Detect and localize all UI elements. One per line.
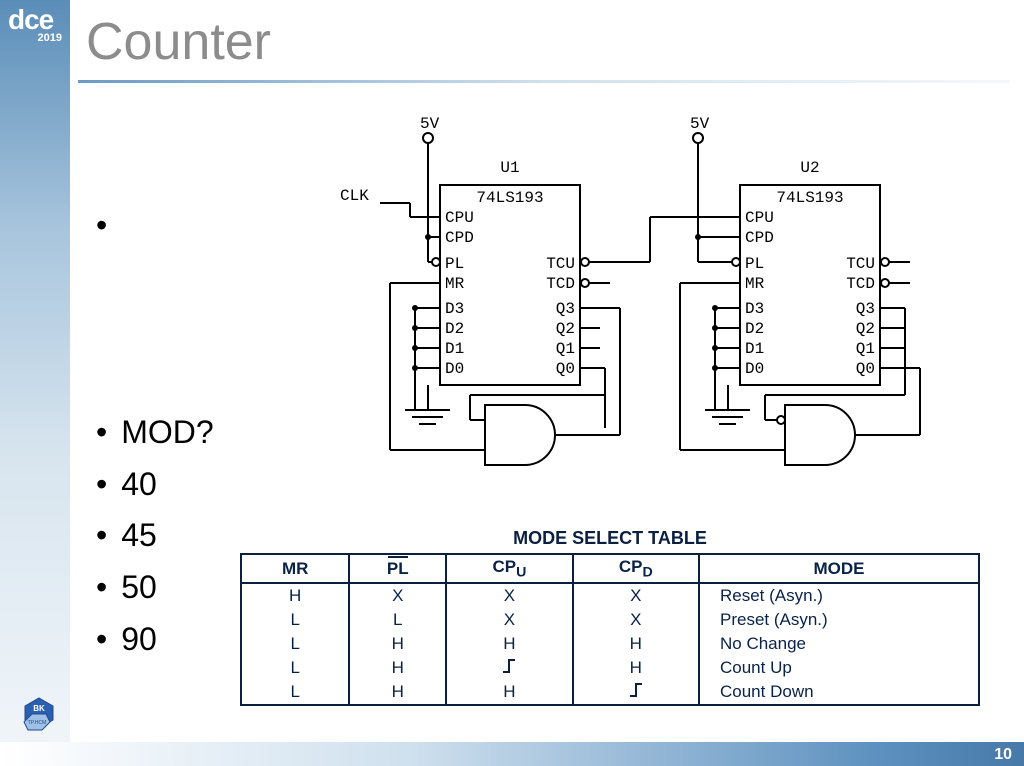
col-mode: MODE (699, 554, 979, 583)
col-cpd: CPD (573, 554, 699, 583)
svg-text:MR: MR (445, 275, 465, 293)
svg-text:Q1: Q1 (556, 340, 575, 358)
table-cell: L (241, 608, 349, 632)
svg-text:D3: D3 (445, 300, 464, 318)
table-cell: H (573, 632, 699, 656)
table-cell: H (446, 680, 572, 705)
svg-text:Q0: Q0 (556, 360, 575, 378)
table-cell: X (573, 583, 699, 608)
svg-text:D2: D2 (445, 320, 464, 338)
svg-text:CLK: CLK (340, 187, 369, 205)
col-mr: MR (241, 554, 349, 583)
col-pl: PL (349, 554, 446, 583)
mode-cell: Preset (Asyn.) (699, 608, 979, 632)
dce-logo: dce 2019 (8, 6, 62, 44)
svg-text:74LS193: 74LS193 (476, 189, 543, 207)
table-cell: H (573, 656, 699, 680)
bullet-item: MOD? (96, 407, 214, 459)
table-cell: L (241, 680, 349, 705)
svg-text:D1: D1 (745, 340, 764, 358)
table-cell: H (446, 632, 572, 656)
bullet-item (96, 200, 214, 252)
table-cell (446, 656, 572, 680)
sidebar (0, 0, 70, 766)
table-cell: H (349, 680, 446, 705)
svg-text:U2: U2 (800, 159, 819, 177)
bullet-item: 50 (96, 562, 214, 614)
svg-text:Q2: Q2 (856, 320, 875, 338)
svg-text:TCD: TCD (546, 275, 575, 293)
circuit-diagram: .w { stroke:#000; stroke-width:2; fill:n… (310, 110, 1010, 470)
svg-text:BK: BK (33, 704, 45, 713)
col-cpu: CPU (446, 554, 572, 583)
svg-text:CPD: CPD (445, 229, 474, 247)
mode-cell: No Change (699, 632, 979, 656)
svg-text:U1: U1 (500, 159, 519, 177)
svg-text:D0: D0 (445, 360, 464, 378)
table-cell: H (349, 632, 446, 656)
svg-text:PL: PL (745, 255, 764, 273)
logo-text: dce (8, 6, 62, 34)
svg-text:Q3: Q3 (556, 300, 575, 318)
svg-text:TCU: TCU (846, 255, 875, 273)
table-cell: X (446, 583, 572, 608)
table-cell: H (241, 583, 349, 608)
svg-text:TCD: TCD (846, 275, 875, 293)
bullet-item: 90 (96, 614, 214, 666)
mode-cell: Count Up (699, 656, 979, 680)
table-cell: H (349, 656, 446, 680)
svg-text:D1: D1 (445, 340, 464, 358)
svg-text:PL: PL (445, 255, 464, 273)
bullet-list: MOD? 40 45 50 90 (96, 200, 214, 666)
title-underline (78, 80, 1010, 83)
svg-text:Q1: Q1 (856, 340, 875, 358)
table-cell (573, 680, 699, 705)
svg-text:TP.HCM: TP.HCM (28, 720, 47, 726)
mode-cell: Count Down (699, 680, 979, 705)
table-cell: L (349, 608, 446, 632)
svg-text:MR: MR (745, 275, 765, 293)
svg-text:74LS193: 74LS193 (776, 189, 843, 207)
table-cell: L (241, 656, 349, 680)
mode-cell: Reset (Asyn.) (699, 583, 979, 608)
bk-logo: BK TP.HCM (18, 696, 60, 738)
svg-text:D3: D3 (745, 300, 764, 318)
svg-text:CPD: CPD (745, 229, 774, 247)
svg-text:D2: D2 (745, 320, 764, 338)
svg-text:Q0: Q0 (856, 360, 875, 378)
svg-text:5V: 5V (690, 115, 710, 133)
svg-text:Q2: Q2 (556, 320, 575, 338)
mode-select-table: MODE SELECT TABLE MR PL CPU CPD MODE HXX… (240, 528, 980, 706)
svg-text:CPU: CPU (745, 209, 774, 227)
page-number: 10 (994, 746, 1012, 764)
footer-bar (0, 742, 1024, 766)
svg-text:Q3: Q3 (856, 300, 875, 318)
table-cell: X (573, 608, 699, 632)
bullet-item: 45 (96, 510, 214, 562)
bullet-item: 40 (96, 459, 214, 511)
svg-text:CPU: CPU (445, 209, 474, 227)
table-cell: X (349, 583, 446, 608)
table-title: MODE SELECT TABLE (240, 528, 980, 549)
table-cell: X (446, 608, 572, 632)
svg-text:5V: 5V (420, 115, 440, 133)
svg-text:D0: D0 (745, 360, 764, 378)
slide-title: Counter (86, 12, 271, 72)
svg-text:TCU: TCU (546, 255, 575, 273)
table-cell: L (241, 632, 349, 656)
